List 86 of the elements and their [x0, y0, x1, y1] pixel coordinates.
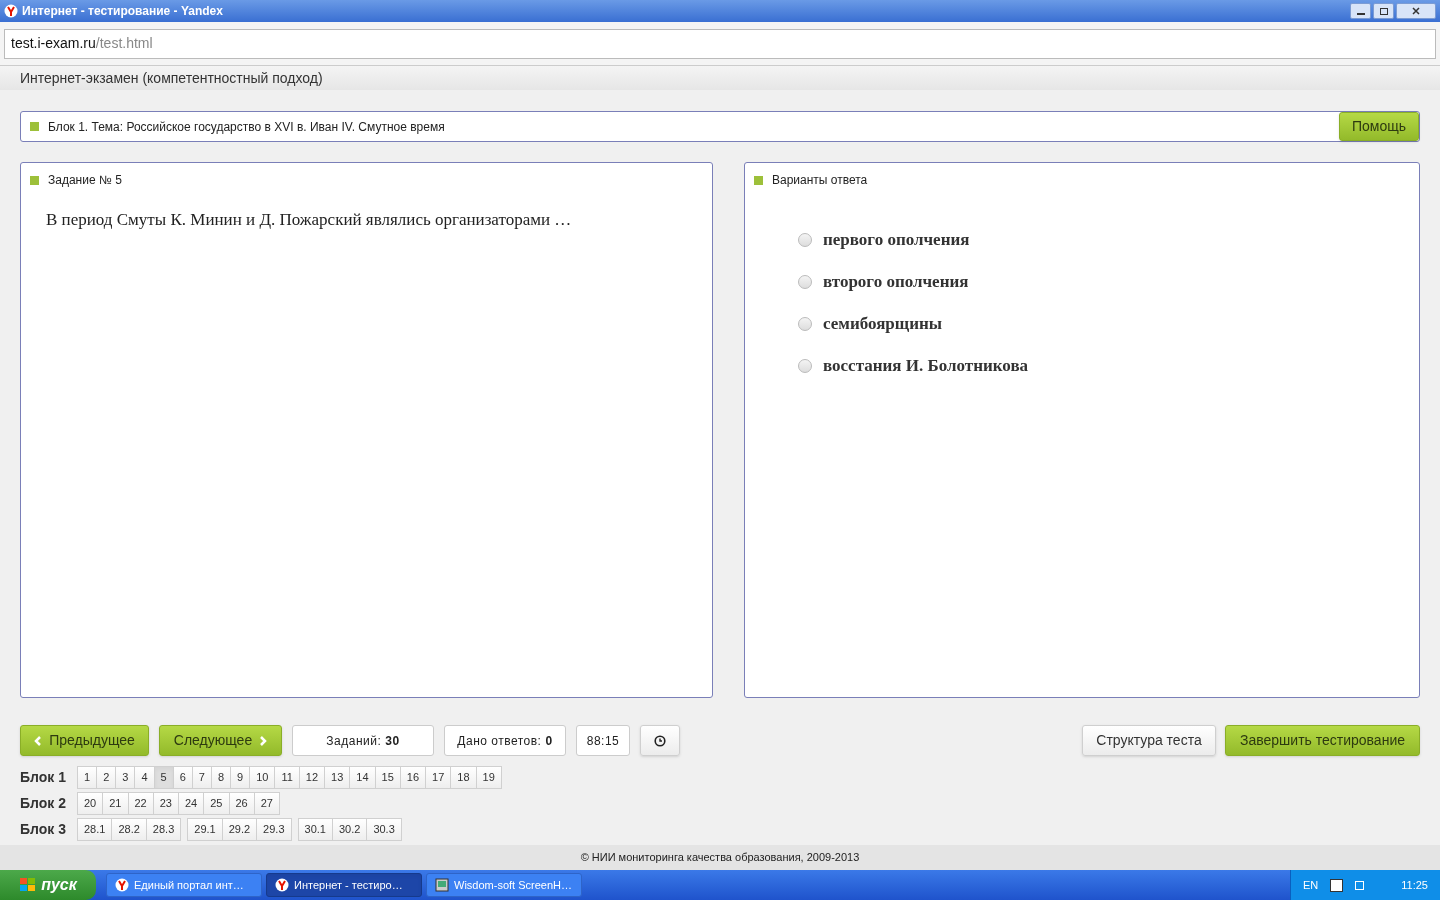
- task-number-button[interactable]: 20: [77, 792, 104, 815]
- answer-option: второго ополчения: [823, 269, 969, 295]
- timer: 88:15: [576, 725, 630, 756]
- app-title: Интернет-экзамен (компетентностный подход): [20, 68, 323, 88]
- minimize-icon: [1356, 13, 1365, 15]
- task-number-button[interactable]: 29.1: [187, 818, 223, 841]
- help-button[interactable]: Помощь: [1338, 112, 1419, 141]
- block-label: Блок 3: [20, 820, 67, 839]
- task-number-button[interactable]: 19: [475, 766, 502, 789]
- previous-button[interactable]: Предыдущее: [20, 725, 149, 756]
- task-number-button[interactable]: 21: [102, 792, 129, 815]
- panel-title: Задание № 5: [48, 172, 122, 189]
- square-icon: [30, 175, 39, 185]
- next-button[interactable]: Следующее: [159, 725, 282, 756]
- task-number-button[interactable]: 18: [450, 766, 477, 789]
- clock-text: 11:25: [1401, 877, 1428, 893]
- task-number-button[interactable]: 17: [425, 766, 452, 789]
- restore-icon[interactable]: [1355, 880, 1365, 890]
- topic-text: Блок 1. Тема: Российское государство в XVI в. Иван IV. Смутное время: [48, 118, 445, 136]
- task-number-button[interactable]: 1: [77, 766, 98, 789]
- task-number-button[interactable]: 30.3: [366, 818, 402, 841]
- window-title: Интернет - тестирование - Yandex: [22, 3, 223, 20]
- block-label: Блок 2: [20, 794, 67, 813]
- task-number-button[interactable]: 28.3: [145, 818, 182, 841]
- taskbar-item[interactable]: Интернет - тестиро…: [266, 873, 422, 897]
- finish-button[interactable]: Завершить тестирование: [1225, 725, 1420, 756]
- start-button[interactable]: пуск: [0, 870, 96, 900]
- task-number-button[interactable]: 30.1: [297, 818, 333, 841]
- app-icon: [435, 878, 449, 892]
- task-number-button[interactable]: 28.1: [77, 818, 113, 841]
- radio-button[interactable]: [798, 233, 812, 247]
- chevron-left-icon: [34, 735, 42, 746]
- url-host: test.i-exam.ru: [11, 34, 96, 53]
- task-number-button[interactable]: 2: [96, 766, 117, 789]
- task-number-button[interactable]: 29.3: [256, 818, 292, 841]
- square-icon: [30, 122, 39, 131]
- task-number-button[interactable]: 4: [134, 766, 155, 789]
- task-number-button[interactable]: 6: [172, 766, 193, 789]
- restore-button[interactable]: [1373, 3, 1394, 19]
- answer-option: восстания И. Болотникова: [823, 353, 1029, 379]
- square-icon: [754, 175, 763, 185]
- footer-text: © НИИ мониторинга качества образования, 2009-2013: [580, 850, 860, 866]
- task-number-button[interactable]: 5: [153, 766, 174, 789]
- task-number-button[interactable]: 14: [349, 766, 376, 789]
- counter-value: 30: [385, 732, 400, 750]
- task-number-button[interactable]: 13: [324, 766, 351, 789]
- block-label: Блок 1: [20, 768, 67, 787]
- radio-button[interactable]: [798, 359, 812, 373]
- task-number-button[interactable]: 9: [230, 766, 251, 789]
- task-number-button[interactable]: 30.2: [331, 818, 368, 841]
- clock-icon: [654, 734, 666, 747]
- task-number-button[interactable]: 27: [253, 792, 280, 815]
- counter-label: Заданий:: [326, 732, 382, 750]
- panel-title: Варианты ответа: [772, 172, 868, 189]
- address-field[interactable]: test.i-exam.ru/test.html: [4, 28, 1436, 59]
- task-number-button[interactable]: 22: [127, 792, 154, 815]
- answer-option: первого ополчения: [823, 227, 970, 253]
- task-number-button[interactable]: 10: [249, 766, 276, 789]
- task-number-button[interactable]: 15: [374, 766, 401, 789]
- radio-button[interactable]: [798, 317, 812, 331]
- restore-icon: [1379, 7, 1388, 15]
- clock-button[interactable]: [640, 725, 680, 756]
- radio-button[interactable]: [798, 275, 812, 289]
- task-number-button[interactable]: 28.2: [111, 818, 147, 841]
- windows-logo-icon: [19, 877, 38, 893]
- chevron-right-icon: [260, 735, 268, 746]
- question-text: В период Смуты К. Минин и Д. Пожарский являлись организаторами …: [46, 209, 573, 231]
- browser-logo-icon: [115, 878, 129, 892]
- task-number-button[interactable]: 25: [203, 792, 230, 815]
- structure-button[interactable]: Структура теста: [1082, 725, 1216, 756]
- taskbar-item[interactable]: Единый портал инт…: [106, 873, 262, 897]
- task-number-button[interactable]: 11: [274, 766, 300, 789]
- task-number-button[interactable]: 3: [115, 766, 136, 789]
- minimize-button[interactable]: [1350, 3, 1371, 19]
- task-number-button[interactable]: 29.2: [221, 818, 258, 841]
- counter-label: Дано ответов:: [457, 732, 542, 750]
- browser-logo-icon: [275, 878, 289, 892]
- taskbar-item[interactable]: Wisdom-soft ScreenH…: [426, 873, 582, 897]
- task-number-button[interactable]: 26: [228, 792, 255, 815]
- answer-option: семибоярщины: [823, 311, 942, 337]
- counter-value: 0: [545, 732, 553, 750]
- url-path: /test.html: [95, 34, 153, 53]
- close-icon: [1412, 7, 1420, 15]
- task-number-button[interactable]: 7: [191, 766, 212, 789]
- task-number-button[interactable]: 24: [178, 792, 205, 815]
- browser-logo-icon: [4, 4, 18, 18]
